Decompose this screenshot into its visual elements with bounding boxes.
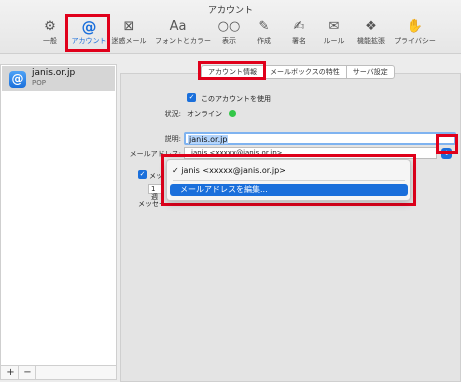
- window-title: アカウント: [207, 6, 253, 16]
- address-label: メールアドレス:: [129, 150, 181, 158]
- address-popup-arrow-button[interactable]: ⇕: [441, 148, 452, 159]
- settings-panel: ✓ このアカウントを使用 状況: オンライン 説明: janis.or.jp メ…: [120, 73, 461, 382]
- toolbar-extensions[interactable]: ❖ 機能拡張: [348, 18, 394, 50]
- menu-separator: [173, 180, 405, 181]
- status-label: 状況:: [164, 110, 181, 118]
- toolbar-privacy[interactable]: ✋ プライバシー: [392, 18, 438, 50]
- address-popup[interactable]: janis <xxxxx@janis.or.jp>: [184, 147, 437, 159]
- account-name: janis.or.jp: [32, 68, 76, 78]
- menu-item-edit-address[interactable]: メールアドレスを編集...: [170, 184, 408, 196]
- junk-icon: ⊠: [123, 19, 135, 34]
- accounts-sidebar: @ janis.or.jp POP + −: [0, 64, 117, 380]
- enable-account-label: このアカウントを使用: [201, 95, 271, 103]
- tab-account-info[interactable]: アカウント情報: [202, 66, 264, 78]
- enable-account-checkbox[interactable]: ✓: [187, 93, 196, 102]
- check-mail-checkbox[interactable]: ✓: [138, 170, 147, 179]
- description-field[interactable]: janis.or.jp: [184, 132, 456, 145]
- puzzle-icon: ❖: [365, 19, 377, 34]
- hand-icon: ✋: [406, 19, 424, 34]
- tab-server-settings[interactable]: サーバ設定: [347, 66, 394, 78]
- address-value: janis <xxxxx@janis.or.jp>: [191, 149, 283, 157]
- check-mail-label: メッ: [149, 172, 163, 180]
- toolbar-fonts[interactable]: Aa フォントとカラー: [155, 18, 211, 50]
- description-label: 説明:: [164, 135, 181, 143]
- at-account-icon: @: [9, 71, 26, 88]
- account-type: POP: [32, 79, 46, 87]
- sidebar-footer: + −: [1, 365, 116, 379]
- settings-tabs: アカウント情報 メールボックスの特性 サーバ設定: [201, 65, 395, 79]
- preferences-window: アカウント ⚙ 一般 @ アカウント ⊠ 迷惑メール Aa フォントとカラー ○…: [0, 0, 461, 382]
- add-account-button[interactable]: +: [3, 366, 19, 379]
- address-dropdown-menu: ✓ janis <xxxxx@janis.or.jp> メールアドレスを編集..…: [166, 159, 411, 201]
- online-status-dot: [229, 110, 236, 117]
- font-icon: Aa: [169, 19, 187, 34]
- interval-popup[interactable]: 1週: [148, 184, 162, 201]
- menu-item-current-address[interactable]: ✓ janis <xxxxx@janis.or.jp>: [172, 166, 286, 175]
- account-settings: ✓ このアカウントを使用 状況: オンライン 説明: janis.or.jp メ…: [120, 64, 461, 382]
- toolbar: アカウント ⚙ 一般 @ アカウント ⊠ 迷惑メール Aa フォントとカラー ○…: [0, 0, 461, 54]
- account-list-item[interactable]: @ janis.or.jp POP: [2, 66, 115, 91]
- remove-account-button[interactable]: −: [20, 366, 36, 379]
- toolbar-junk[interactable]: ⊠ 迷惑メール: [106, 18, 152, 50]
- message-label: メッセー: [138, 200, 166, 208]
- status-value: オンライン: [187, 110, 222, 118]
- tab-mailbox-behaviors[interactable]: メールボックスの特性: [264, 66, 347, 78]
- description-value: janis.or.jp: [188, 135, 229, 144]
